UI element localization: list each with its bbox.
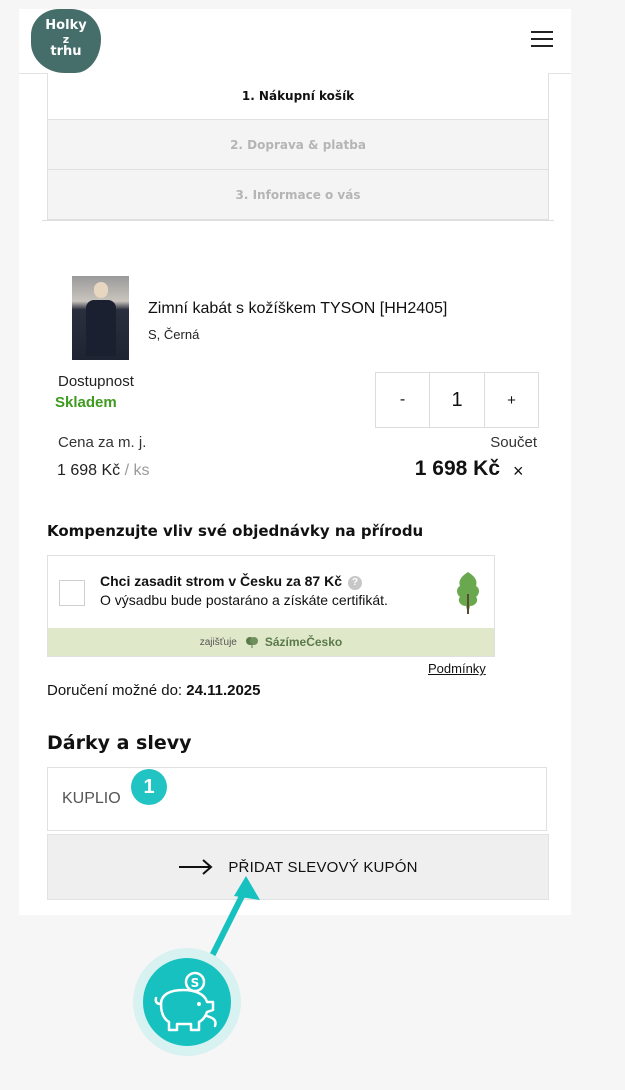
tree-logo-icon <box>245 637 258 648</box>
compensation-title: Kompenzujte vliv své objednávky na příro… <box>47 522 424 540</box>
cart-page: Holky z trhu 1. Nákupní košík 2. Doprava… <box>19 9 571 915</box>
step-shipping-payment[interactable]: 2. Doprava & platba <box>47 120 549 170</box>
product-image[interactable] <box>72 276 129 360</box>
step-information[interactable]: 3. Informace o vás <box>47 170 549 220</box>
site-header: Holky z trhu <box>19 9 571 74</box>
tree-icon <box>457 572 479 614</box>
divider <box>42 220 554 221</box>
checkout-steps: 1. Nákupní košík 2. Doprava & platba 3. … <box>47 73 549 220</box>
quantity-input[interactable]: 1 <box>430 373 485 427</box>
gifts-title: Dárky a slevy <box>47 732 192 754</box>
unit-price-label: Cena za m. j. <box>58 434 147 451</box>
total-label: Součet <box>490 434 537 451</box>
total-price: 1 698 Kč <box>414 457 500 480</box>
unit-price: 1 698 Kč / ks <box>57 462 150 480</box>
coupon-input[interactable] <box>47 767 547 831</box>
compensation-main-label: Chci zasadit strom v Česku za 87 Kč <box>100 573 342 589</box>
decrease-quantity-button[interactable]: - <box>376 373 430 427</box>
availability-label: Dostupnost <box>58 373 134 390</box>
logo-line: Holky <box>45 18 87 33</box>
compensation-footer: zajišťuje SázímeČesko <box>48 628 494 656</box>
callout-circle: S <box>143 958 231 1046</box>
remove-item-icon[interactable]: × <box>513 461 524 482</box>
help-icon[interactable]: ? <box>348 576 362 590</box>
unit-price-value: 1 698 Kč <box>57 462 121 479</box>
logo-line: trhu <box>50 44 82 59</box>
add-coupon-button[interactable]: PŘIDAT SLEVOVÝ KUPÓN <box>47 834 549 900</box>
delivery-label: Doručení možné do: <box>47 682 183 699</box>
step-cart[interactable]: 1. Nákupní košík <box>47 73 549 120</box>
step-badge: 1 <box>131 769 167 805</box>
arrow-right-icon <box>179 859 213 875</box>
compensation-subtext: O výsadbu bude postaráno a získáte certi… <box>100 592 388 608</box>
delivery-date: 24.11.2025 <box>186 682 261 699</box>
footer-brand: SázímeČesko <box>264 635 343 649</box>
logo[interactable]: Holky z trhu <box>31 9 101 73</box>
product-name[interactable]: Zimní kabát s kožíškem TYSON [HH2405] <box>148 300 447 318</box>
add-coupon-label: PŘIDAT SLEVOVÝ KUPÓN <box>228 858 418 876</box>
compensation-box: Chci zasadit strom v Česku za 87 Kč? O v… <box>47 555 495 657</box>
unit-suffix: / ks <box>124 462 150 479</box>
piggy-bank-icon: S <box>154 971 217 1032</box>
availability-value: Skladem <box>55 394 117 411</box>
quantity-stepper: - 1 + <box>375 372 539 428</box>
plant-tree-checkbox[interactable] <box>59 580 85 606</box>
conditions-link[interactable]: Podmínky <box>428 661 486 676</box>
hamburger-menu-icon[interactable] <box>531 31 553 49</box>
compensation-main-text: Chci zasadit strom v Česku za 87 Kč? <box>100 573 362 590</box>
footer-prefix: zajišťuje <box>199 636 237 648</box>
increase-quantity-button[interactable]: + <box>485 373 538 427</box>
svg-text:S: S <box>191 976 200 990</box>
delivery-info: Doručení možné do: 24.11.2025 <box>47 682 261 699</box>
product-variant: S, Černá <box>148 327 200 342</box>
